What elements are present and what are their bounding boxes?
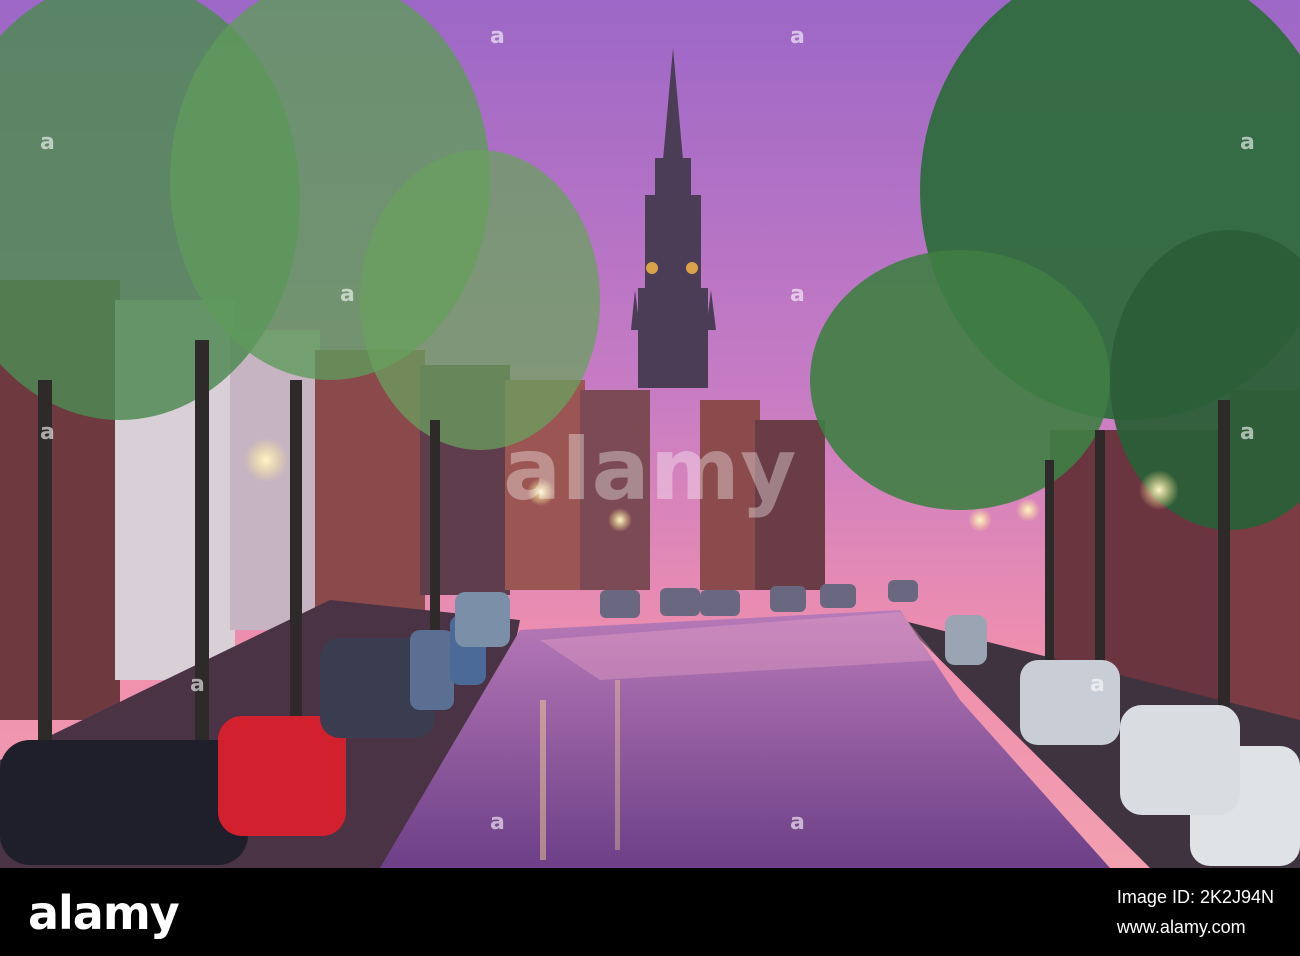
site-url: www.alamy.com	[1116, 917, 1246, 937]
alamy-logo: alamy	[28, 886, 180, 940]
watermark-letter: a	[790, 282, 806, 307]
footer-bar: alamy Image ID: 2K2J94N www.alamy.com	[0, 868, 1300, 956]
watermark-letter: a	[1090, 672, 1106, 697]
image-meta: Image ID: 2K2J94N www.alamy.com	[1117, 882, 1274, 942]
watermark-center: alamy	[503, 420, 797, 520]
photo: alamy a a a a a a a a a a a a	[0, 0, 1300, 868]
watermark-letter: a	[790, 24, 806, 49]
image-id: Image ID: 2K2J94N	[1116, 887, 1274, 907]
watermark-letter: a	[340, 282, 356, 307]
watermark-letter: a	[1240, 420, 1256, 445]
watermark-letter: a	[40, 130, 56, 155]
watermark-letter: a	[490, 24, 506, 49]
watermark-letter: a	[190, 672, 206, 697]
watermark-letter: a	[1240, 130, 1256, 155]
watermark-letter: a	[490, 810, 506, 835]
watermark-letter: a	[790, 810, 806, 835]
watermark-letter: a	[40, 420, 56, 445]
